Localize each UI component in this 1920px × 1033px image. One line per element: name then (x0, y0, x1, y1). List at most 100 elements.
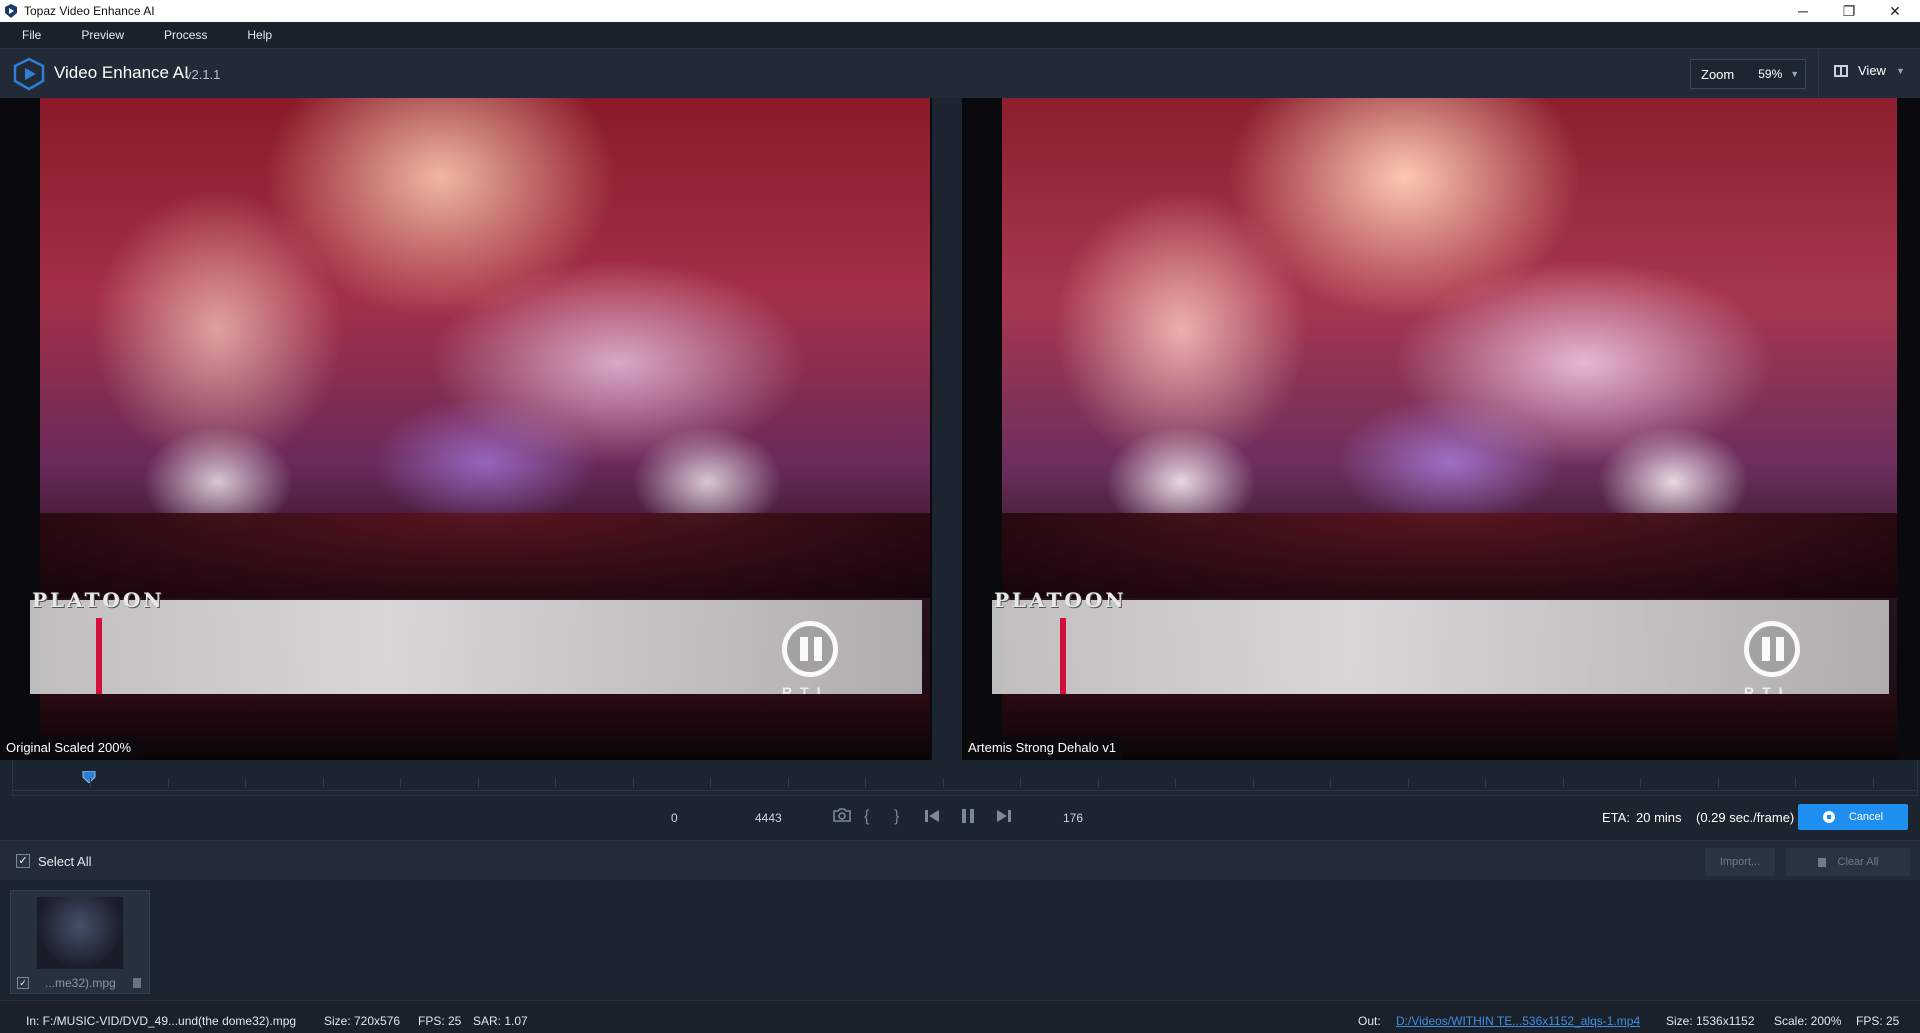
chevron-down-icon: ▼ (1895, 65, 1905, 76)
app-version: v2.1.1 (185, 67, 221, 82)
timeline-track[interactable] (12, 760, 1918, 796)
timeline-tick (788, 778, 789, 788)
cancel-label: Cancel (1848, 811, 1884, 823)
timeline-tick (323, 778, 324, 788)
input-path: In: F:/MUSIC-VID/DVD_49...und(the dome32… (26, 1014, 297, 1028)
timeline-tick (1175, 778, 1176, 788)
banner-title: PLATOON (32, 588, 165, 612)
timeline-tick (478, 778, 479, 788)
clear-all-label: Clear All (1837, 856, 1879, 868)
select-all-checkbox[interactable]: ✓ (16, 854, 30, 868)
timeline-tick (1485, 778, 1486, 788)
menu-bar: File Preview Process Help (0, 22, 1920, 48)
menu-preview[interactable]: Preview (59, 28, 142, 42)
mark-out-icon[interactable]: } (894, 808, 899, 826)
topaz-logo-icon (5, 4, 17, 18)
output-size: Size: 1536x1152 (1666, 1014, 1755, 1028)
zoom-label: Zoom (1701, 66, 1735, 82)
rtl-logo-icon (1744, 621, 1800, 677)
trash-icon (1817, 857, 1826, 867)
timeline-tick (710, 778, 711, 788)
playhead-handle[interactable] (82, 771, 96, 783)
timeline-tick (245, 778, 246, 788)
input-size: Size: 720x576 (324, 1014, 401, 1028)
timeline-tick (865, 778, 866, 788)
minimize-button[interactable]: ─ (1780, 0, 1826, 22)
file-toolbar: ✓ Select All Import... Clear All (0, 840, 1920, 880)
timeline-tick (555, 778, 556, 788)
playback-controls: 0 4443 { } 176 ETA: 20 mins (0.29 sec./f… (0, 800, 1920, 836)
view-dropdown[interactable]: View ▼ (1834, 63, 1905, 78)
timeline: 0 4443 { } 176 ETA: 20 mins (0.29 sec./f… (0, 760, 1920, 840)
zoom-value: 59% (1758, 67, 1783, 81)
restore-button[interactable]: ❐ (1826, 0, 1872, 22)
enhanced-preview-pane[interactable]: PLATOON RTL Artemis Strong Dehalo v1 (962, 98, 1920, 760)
menu-process[interactable]: Process (142, 28, 225, 42)
output-scale: Scale: 200% (1774, 1014, 1842, 1028)
model-label: Artemis Strong Dehalo v1 (962, 737, 1123, 759)
start-frame[interactable]: 0 (671, 811, 678, 825)
original-video-frame: PLATOON RTL (30, 98, 930, 760)
zoom-dropdown[interactable]: Zoom 59% ▼ (1690, 59, 1806, 89)
current-frame[interactable]: 176 (1063, 811, 1083, 825)
crowd-area (1002, 513, 1897, 598)
timeline-tick (1563, 778, 1564, 788)
banner-title: PLATOON (994, 588, 1127, 612)
timeline-tick (1873, 778, 1874, 788)
timeline-tick (1253, 778, 1254, 788)
timeline-tick (90, 778, 91, 788)
crowd-area (40, 513, 930, 598)
clear-all-button[interactable]: Clear All (1786, 848, 1910, 876)
timeline-tick (168, 778, 169, 788)
app-logo-icon (13, 57, 45, 91)
step-back-icon[interactable] (924, 808, 940, 829)
input-fps: FPS: 25 (418, 1014, 462, 1028)
frame-bottom (1002, 694, 1897, 760)
app-header: Video Enhance AI v2.1.1 Zoom 59% ▼ View … (0, 48, 1920, 99)
track-line (13, 790, 1917, 791)
file-thumbnail (37, 897, 123, 969)
timeline-tick (1408, 778, 1409, 788)
frame-bottom (40, 694, 930, 760)
input-sar: SAR: 1.07 (473, 1014, 528, 1028)
file-list: ✓ ...me32).mpg (0, 880, 1920, 1000)
file-checkbox[interactable]: ✓ (17, 977, 29, 989)
pause-icon[interactable] (960, 808, 976, 829)
file-item[interactable]: ✓ ...me32).mpg (10, 890, 150, 994)
eta-rate: (0.29 sec./frame) (1696, 810, 1795, 825)
step-forward-icon[interactable] (996, 808, 1012, 829)
status-bar: In: F:/MUSIC-VID/DVD_49...und(the dome32… (0, 1000, 1920, 1033)
output-path-link[interactable]: D:/Videos/WITHIN TE...536x1152_alqs-1.mp… (1396, 1014, 1640, 1028)
output-label: Out: (1358, 1014, 1381, 1028)
close-button[interactable]: ✕ (1872, 0, 1918, 22)
timeline-tick (943, 778, 944, 788)
window-title: Topaz Video Enhance AI (24, 4, 155, 18)
timeline-tick (1718, 778, 1719, 788)
camera-icon[interactable] (833, 808, 851, 827)
mark-in-icon[interactable]: { (864, 808, 869, 826)
chevron-down-icon: ▼ (1790, 69, 1800, 79)
timeline-tick (1640, 778, 1641, 788)
pane-divider (932, 98, 962, 760)
timeline-tick (1098, 778, 1099, 788)
app-name: Video Enhance AI (54, 63, 189, 82)
file-name: ...me32).mpg (45, 976, 116, 990)
timeline-tick (1330, 778, 1331, 788)
view-label: View (1858, 63, 1886, 78)
output-fps: FPS: 25 (1856, 1014, 1900, 1028)
original-label: Original Scaled 200% (0, 737, 138, 759)
trash-icon[interactable] (133, 978, 141, 988)
original-preview-pane[interactable]: PLATOON RTL Original Scaled 200% (0, 98, 932, 760)
header-divider (1818, 49, 1819, 99)
select-all-label[interactable]: Select All (38, 854, 91, 869)
timeline-tick (633, 778, 634, 788)
menu-file[interactable]: File (0, 28, 59, 42)
rtl-logo-icon (782, 621, 838, 677)
timeline-tick (400, 778, 401, 788)
timeline-tick (1020, 778, 1021, 788)
menu-help[interactable]: Help (225, 28, 290, 42)
enhanced-video-frame: PLATOON RTL (992, 98, 1897, 760)
import-button[interactable]: Import... (1705, 848, 1775, 876)
cancel-button[interactable]: Cancel (1798, 804, 1908, 830)
end-frame[interactable]: 4443 (755, 811, 782, 825)
